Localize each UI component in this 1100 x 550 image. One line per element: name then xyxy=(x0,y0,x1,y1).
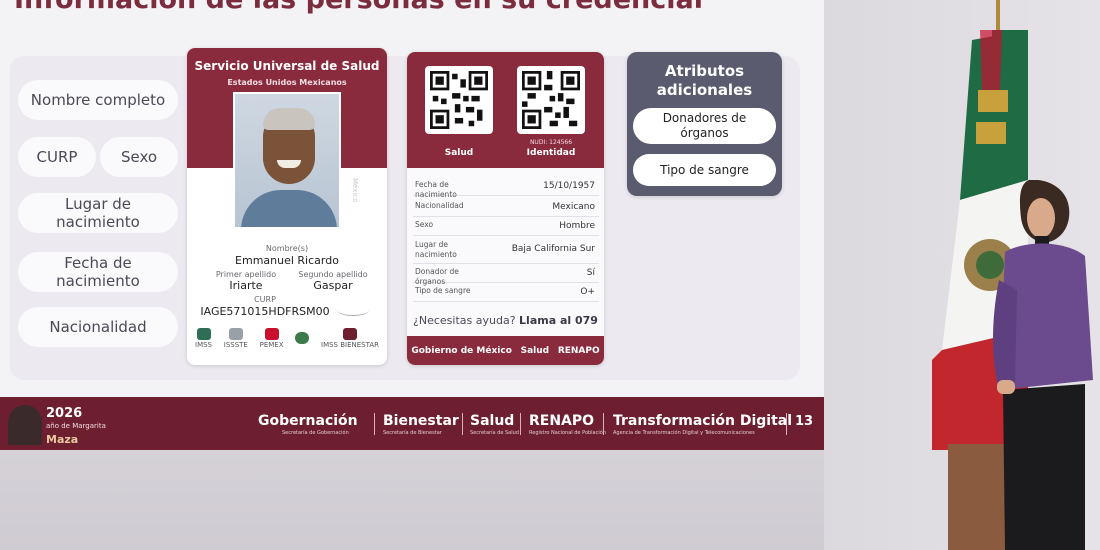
press-stage: Información de las personas en su creden… xyxy=(0,0,1100,550)
footer-renapo: RENAPO xyxy=(557,345,600,356)
attributes-panel: Atributos adicionales Donadores de órgan… xyxy=(627,52,782,196)
help-line: ¿Necesitas ayuda? Llama al 079 xyxy=(413,314,598,327)
year-subtitle: año de Margarita xyxy=(46,422,106,430)
card-front-logos: IMSS ISSSTE PEMEX IMSS BIENESTAR xyxy=(195,328,379,349)
org-salud: Salud xyxy=(470,413,515,429)
slide-page-number: 13 xyxy=(795,414,814,429)
first-surname-label: Primer apellido xyxy=(215,270,277,279)
separator xyxy=(374,413,375,435)
slide-footer-bar: 2026 año de Margarita Maza Gobernación S… xyxy=(0,397,824,450)
id-card-back: Salud NUDI: 124566 Identidad Fecha de na… xyxy=(407,52,604,365)
field-pill-full-name: Nombre completo xyxy=(18,80,178,120)
field-pill-nationality: Nacionalidad xyxy=(18,307,178,347)
info-row-sex: Sexo Hombre xyxy=(413,216,599,236)
presentation-screen: Información de las personas en su creden… xyxy=(0,0,824,450)
imss-logo: IMSS xyxy=(195,328,212,349)
org-salud-sub: Secretaría de Salud xyxy=(470,430,519,436)
info-row-birthdate: Fecha de nacimiento 15/10/1957 xyxy=(413,176,599,199)
separator xyxy=(462,413,463,435)
org-renapo-sub: Registro Nacional de Población xyxy=(529,430,606,436)
card-back-footer: Gobierno de México Salud RENAPO xyxy=(407,336,604,365)
qr-code-identity xyxy=(517,66,585,134)
org-gobernacion-sub: Secretaría de Gobernación xyxy=(282,430,349,436)
org-gobernacion: Gobernación xyxy=(258,413,358,429)
card-front-subtitle: Estados Unidos Mexicanos xyxy=(227,78,347,87)
emblem-logo xyxy=(295,332,310,345)
separator xyxy=(786,413,787,435)
year-name: Maza xyxy=(46,433,79,446)
info-row-organ-donor: Donador de órganos Sí xyxy=(413,263,599,286)
presenter xyxy=(993,180,1093,550)
qr-code-health xyxy=(425,66,493,134)
slide-headline: Información de las personas en su creden… xyxy=(14,0,703,15)
curp-value: IAGE571015HDFRSM00 xyxy=(200,305,330,318)
imss-bienestar-logo: IMSS BIENESTAR xyxy=(321,328,379,349)
attribute-blood-type: Tipo de sangre xyxy=(633,154,776,186)
signature-mark xyxy=(337,304,369,316)
pemex-logo: PEMEX xyxy=(260,328,284,349)
attributes-title: Atributos adicionales xyxy=(656,62,753,99)
org-bienestar-sub: Secretaría de Bienestar xyxy=(383,430,442,436)
first-surname-value: Iriarte xyxy=(229,279,263,292)
footer-gobierno: Gobierno de México xyxy=(411,345,512,356)
name-value: Emmanuel Ricardo xyxy=(235,254,339,267)
curp-label: CURP xyxy=(254,295,276,304)
card-front-title: Servicio Universal de Salud xyxy=(194,59,380,73)
info-row-birthplace: Lugar de nacimiento Baja California Sur xyxy=(413,236,599,264)
id-card-front: Servicio Universal de Salud Estados Unid… xyxy=(187,48,387,365)
org-transformacion-sub: Agencia de Transformación Digital y Tele… xyxy=(613,430,755,436)
nudi-text: NUDI: 124566 xyxy=(529,139,573,146)
help-phone: Llama al 079 xyxy=(519,314,598,327)
field-pill-sex: Sexo xyxy=(100,137,178,177)
org-transformacion-digital: Transformación Digital xyxy=(613,413,793,429)
org-bienestar: Bienestar xyxy=(383,413,459,429)
year-label: 2026 xyxy=(46,406,83,421)
qr-identity-label: Identidad xyxy=(526,148,576,158)
second-surname-value: Gaspar xyxy=(313,279,353,292)
card-vertical-text: México xyxy=(351,178,359,203)
issste-logo: ISSSTE xyxy=(224,328,248,349)
margarita-maza-portrait xyxy=(8,405,42,445)
second-surname-label: Segundo apellido xyxy=(298,270,368,279)
info-row-nationality: Nacionalidad Mexicano xyxy=(413,197,599,217)
holder-photo xyxy=(233,92,341,229)
org-renapo: RENAPO xyxy=(529,413,595,429)
separator xyxy=(603,413,604,435)
qr-health-label: Salud xyxy=(444,148,474,158)
attribute-organ-donors: Donadores de órganos xyxy=(633,108,776,144)
field-pill-curp: CURP xyxy=(18,137,96,177)
separator xyxy=(520,413,521,435)
footer-salud: Salud xyxy=(520,345,550,356)
field-pill-birthdate: Fecha de nacimiento xyxy=(18,252,178,292)
name-label: Nombre(s) xyxy=(265,244,309,253)
info-row-blood-type: Tipo de sangre O+ xyxy=(413,282,599,302)
field-pill-birthplace: Lugar de nacimiento xyxy=(18,193,178,233)
